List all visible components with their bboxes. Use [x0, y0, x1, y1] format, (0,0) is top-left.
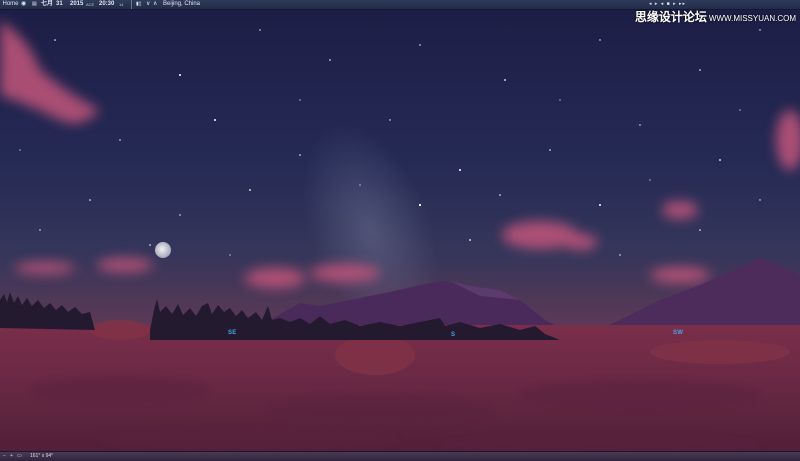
month-field[interactable]: 七月	[41, 0, 53, 9]
playback-icon[interactable]: ▮▯	[136, 0, 142, 9]
location-label[interactable]: Beijing, China	[163, 0, 200, 9]
compass-sw-label: SW	[673, 330, 684, 336]
chevron-down-icon[interactable]: ∨	[146, 0, 150, 9]
zoom-in-button[interactable]: +	[10, 452, 13, 461]
night-sky-scene	[0, 0, 800, 461]
zoom-out-button[interactable]: −	[3, 452, 6, 461]
field-of-view-icon[interactable]: ▭	[17, 452, 22, 461]
watermark-url: WWW.MISSYUAN.COM	[708, 14, 796, 23]
toolbar-divider	[131, 0, 132, 9]
seconds-field[interactable]: 14	[119, 0, 123, 9]
day-field[interactable]: 31	[56, 0, 63, 9]
calendar-icon[interactable]: ▤	[32, 0, 39, 9]
compass-s-label: S	[451, 332, 456, 338]
time-field[interactable]: 20:30	[99, 0, 114, 9]
era-label: ACE	[86, 2, 95, 7]
chevron-up-icon[interactable]: ∧	[153, 0, 157, 9]
field-of-view-readout: 161° x 94°	[30, 453, 54, 459]
location-icon[interactable]: ◉	[21, 0, 28, 9]
home-button[interactable]: Home	[2, 0, 19, 9]
watermark-text: 思缘设计论坛	[634, 10, 707, 24]
year-field[interactable]: 2015	[70, 0, 83, 9]
moon	[155, 242, 171, 258]
bottom-toolbar: − + ▭ 161° x 94°	[0, 451, 800, 461]
site-watermark: 思缘设计论坛 WWW.MISSYUAN.COM	[635, 8, 796, 25]
compass-se-label: SE	[228, 330, 237, 336]
